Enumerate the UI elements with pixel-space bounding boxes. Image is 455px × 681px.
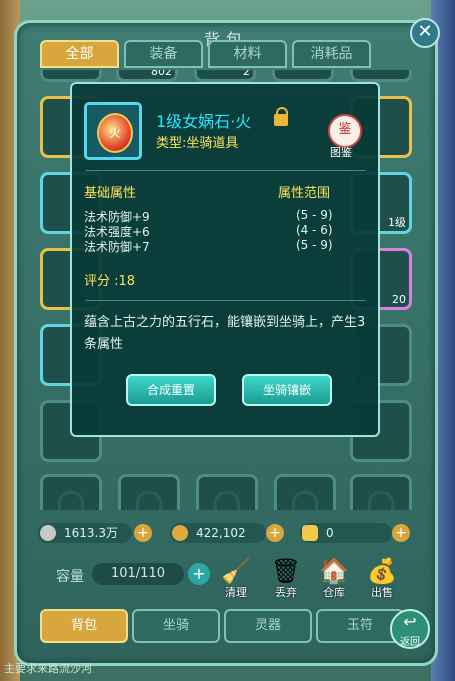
sell-button[interactable]: 💰 出售 (362, 556, 402, 599)
slot-count: 2 (243, 70, 250, 78)
item-name: 1级女娲石·火 (156, 112, 252, 131)
tab-mount[interactable]: 坐骑 (132, 609, 220, 643)
atlas-label: 图鉴 (330, 146, 352, 159)
expand-capacity-button[interactable]: + (188, 563, 210, 585)
category-tabs: 全部 装备 材料 消耗品 (40, 40, 371, 68)
range-header: 属性范围 (278, 186, 331, 201)
locked-slot[interactable] (196, 474, 258, 510)
return-arrow-icon: ↩ (403, 612, 417, 631)
warehouse-button[interactable]: 🏠 仓库 (314, 556, 354, 599)
clean-button[interactable]: 🧹 清理 (216, 556, 256, 599)
item-score: 评分 :18 (84, 274, 136, 289)
locked-slot[interactable] (40, 474, 102, 510)
inventory-slot[interactable] (350, 70, 412, 82)
ingot-icon (302, 525, 318, 541)
locked-slot[interactable] (118, 474, 180, 510)
gold-coin-icon (172, 525, 188, 541)
return-button[interactable]: ↩ 返回 (390, 609, 430, 649)
lock-icon (368, 491, 394, 510)
trash-icon: 🗑 (270, 557, 302, 585)
item-type: 类型:坐骑道具 (156, 136, 239, 151)
inventory-slot[interactable] (40, 70, 102, 82)
item-description: 蕴含上古之力的五行石，能镶嵌到坐骑上，产生3条属性 (84, 315, 366, 352)
tab-equipment[interactable]: 装备 (124, 40, 203, 68)
bottom-tabs: 背包 坐骑 灵器 玉符 (40, 609, 404, 643)
locked-slot[interactable] (274, 474, 336, 510)
tab-bag[interactable]: 背包 (40, 609, 128, 643)
locked-slot[interactable] (350, 474, 412, 510)
tab-materials[interactable]: 材料 (208, 40, 287, 68)
divider (86, 170, 366, 171)
inventory-slot[interactable]: 802 (116, 70, 178, 82)
broom-icon: 🧹 (221, 557, 251, 585)
lock-icon (58, 491, 84, 510)
attr-range: (5 - 9) (296, 208, 333, 222)
silver-coin-icon (40, 525, 56, 541)
gold-currency: 422,102 (170, 523, 266, 543)
lock-icon (136, 491, 162, 510)
item-icon-frame: 火 (84, 102, 142, 160)
silver-currency: 1613.3万 (38, 523, 132, 543)
tab-all[interactable]: 全部 (40, 40, 119, 68)
add-ingot-button[interactable]: + (392, 524, 410, 542)
warehouse-icon: 🏠 (319, 557, 349, 585)
ingot-amount: 0 (326, 526, 334, 540)
add-silver-button[interactable]: + (134, 524, 152, 542)
mount-inlay-button[interactable]: 坐骑镶嵌 (242, 374, 332, 406)
add-gold-button[interactable]: + (266, 524, 284, 542)
inventory-slot[interactable]: 2 (194, 70, 256, 82)
sell-icon: 💰 (367, 557, 397, 585)
close-button[interactable]: ✕ (410, 18, 440, 48)
silver-amount: 1613.3万 (64, 526, 118, 540)
atlas-button[interactable]: 鉴 (328, 114, 362, 148)
base-attr-header: 基础属性 (84, 186, 137, 201)
attr-name: 法术防御+7 (84, 240, 150, 254)
capacity-label: 容量 (56, 569, 84, 585)
synthesis-reset-button[interactable]: 合成重置 (126, 374, 216, 406)
divider (86, 300, 366, 301)
item-tooltip: 火 1级女娲石·火 类型:坐骑道具 鉴 图鉴 基础属性 属性范围 法术防御+9 … (70, 82, 380, 437)
ingot-currency: 0 (300, 523, 392, 543)
attr-range: (4 - 6) (296, 223, 333, 237)
sell-label: 出售 (371, 586, 393, 599)
warehouse-label: 仓库 (323, 586, 345, 599)
slot-count: 802 (151, 70, 172, 78)
capacity-value: 101/110 (92, 563, 184, 585)
lock-icon (274, 107, 288, 126)
tab-spirit[interactable]: 灵器 (224, 609, 312, 643)
gem-icon: 火 (97, 113, 133, 153)
return-label: 返回 (400, 637, 420, 648)
gold-amount: 422,102 (196, 526, 246, 540)
tab-consumables[interactable]: 消耗品 (292, 40, 371, 68)
slot-badge: 20 (392, 293, 406, 306)
bottom-quest-text: 主要求来路流沙河 (4, 662, 92, 675)
lock-icon (292, 491, 318, 510)
discard-button[interactable]: 🗑 丢弃 (266, 556, 306, 599)
inventory-slot[interactable] (272, 70, 334, 82)
lock-icon (214, 491, 240, 510)
discard-label: 丢弃 (275, 586, 297, 599)
slot-badge: 1级 (388, 216, 406, 229)
clean-label: 清理 (225, 586, 247, 599)
attr-range: (5 - 9) (296, 238, 333, 252)
